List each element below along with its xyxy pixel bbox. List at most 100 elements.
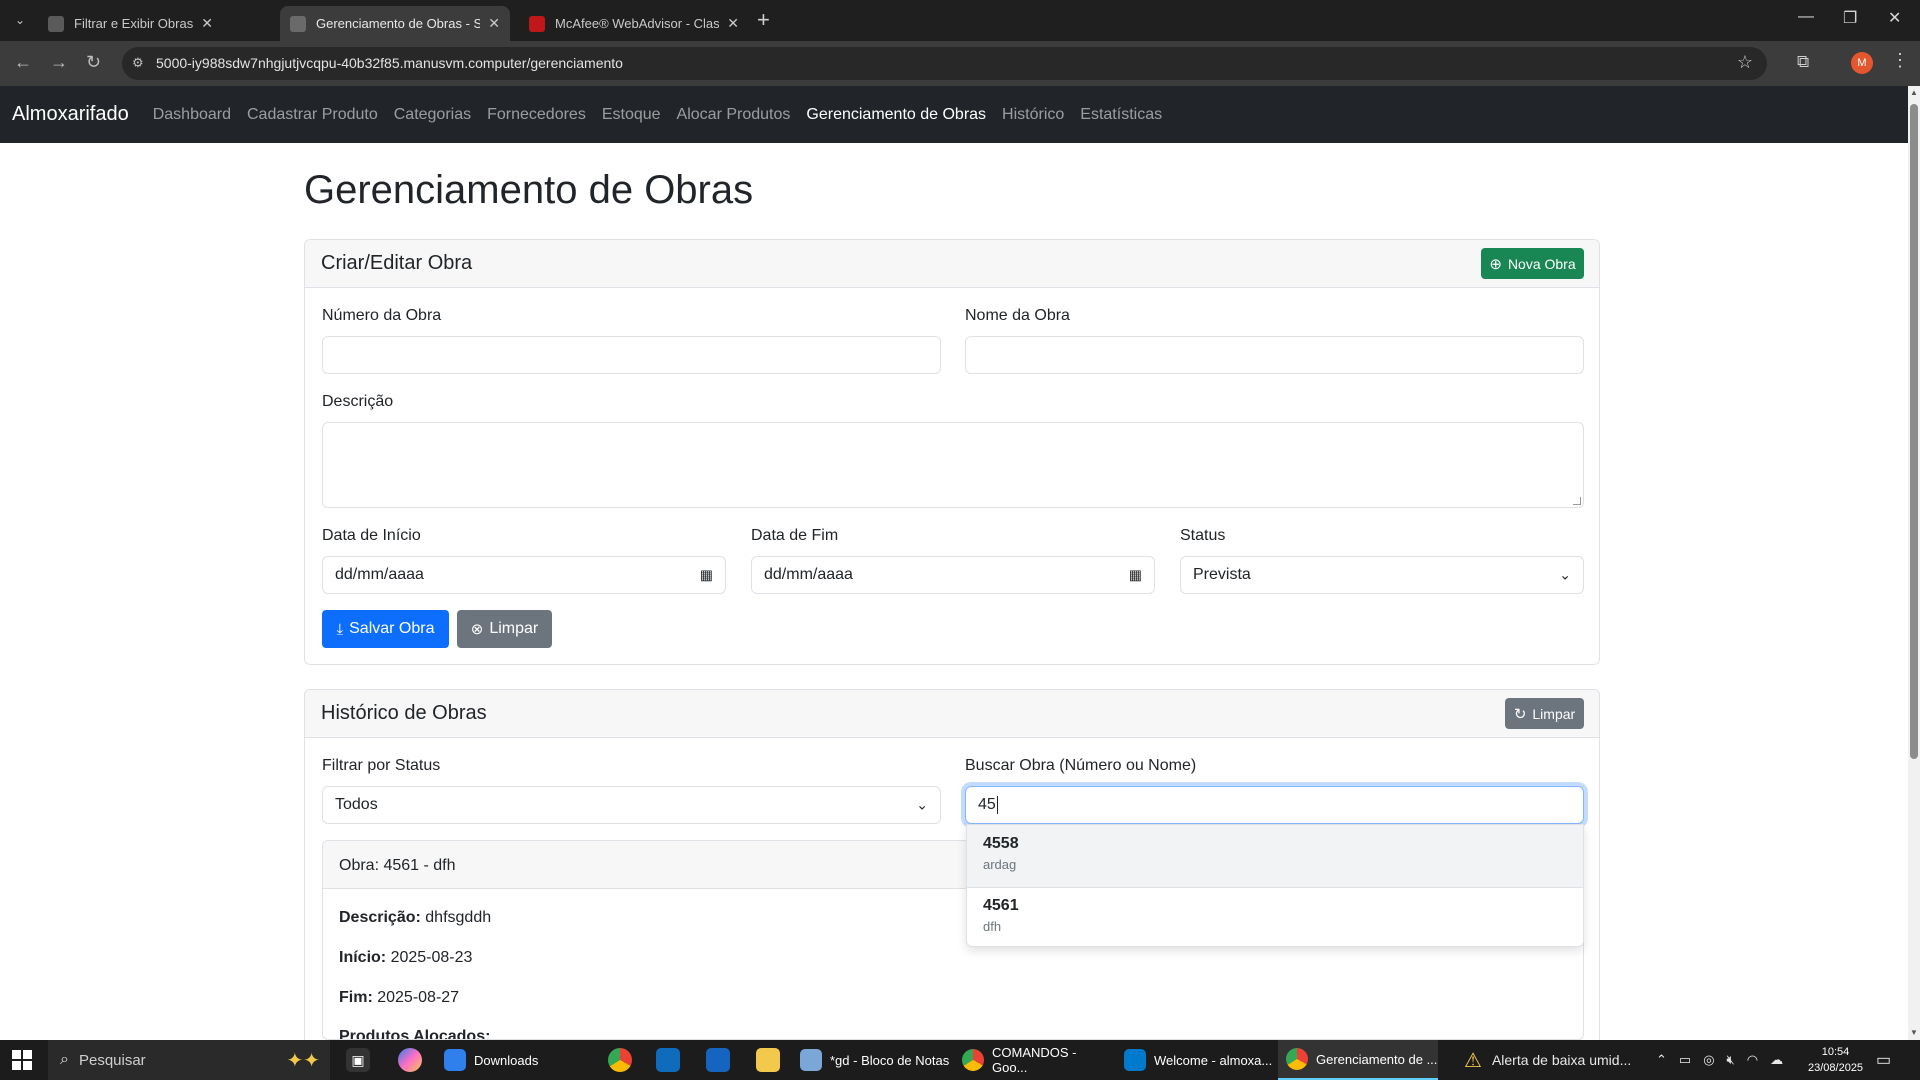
chevron-up-icon[interactable]: ⌃ [1656, 1052, 1667, 1068]
new-tab-plus-icon[interactable]: + [757, 8, 770, 32]
taskbar-clock[interactable]: 10:54 23/08/2025 [1808, 1044, 1863, 1076]
scrollbar-thumb[interactable] [1910, 104, 1918, 759]
onedrive-cloud-icon[interactable]: ☁ [1770, 1052, 1783, 1068]
suggestion-numero: 4558 [983, 835, 1019, 852]
text-caret [996, 796, 998, 814]
task-view-icon[interactable]: ▣ [346, 1048, 370, 1072]
filtrar-status-select[interactable]: Todos ⌄ [322, 786, 941, 824]
taskbar-search-box[interactable]: ⌕ Pesquisar ✦✦ [48, 1040, 330, 1080]
minimize-icon[interactable]: — [1798, 8, 1814, 26]
card-header: Criar/Editar Obra [305, 240, 1599, 288]
obra-fim-value: 2025-08-27 [377, 989, 460, 1006]
url-omnibox[interactable]: ⚙ 5000-iy988sdw7nhgjutjvcqpu-40b32f85.ma… [122, 47, 1767, 80]
obra-descricao: Descrição: dhfsgddh [339, 909, 491, 927]
forward-arrow-icon[interactable]: → [50, 52, 68, 73]
obra-header-title: Obra: 4561 - dfh [339, 857, 456, 874]
taskbar-vscode[interactable]: Welcome - almoxa... [1124, 1040, 1274, 1080]
filtrar-status-value: Todos [335, 796, 378, 813]
taskbar-notepad[interactable]: *gd - Bloco de Notas [800, 1040, 950, 1080]
nav-link-cadastrar-produto[interactable]: Cadastrar Produto [247, 106, 378, 124]
page-scrollbar[interactable] [1908, 86, 1920, 1040]
save-download-icon: ⤓ [336, 620, 344, 638]
browser-tab-mcafee[interactable]: McAfee® WebAdvisor - Classifi ✕ [519, 6, 749, 41]
limpar-form-button[interactable]: ⊗ Limpar [457, 610, 552, 648]
nav-link-estoque[interactable]: Estoque [602, 106, 661, 124]
nova-obra-button[interactable]: ⊕ Nova Obra [1481, 248, 1584, 279]
profile-avatar[interactable]: M [1851, 52, 1873, 74]
suggestion-item[interactable]: 4561 dfh [967, 887, 1583, 949]
chevron-down-icon: ⌄ [916, 796, 928, 813]
nav-link-estatisticas[interactable]: Estatísticas [1080, 106, 1162, 124]
obra-fim: Fim: 2025-08-27 [339, 989, 459, 1007]
chrome-icon [962, 1049, 984, 1071]
obra-inicio: Início: 2025-08-23 [339, 949, 472, 967]
scroll-down-arrow-icon[interactable]: ▼ [1910, 1028, 1918, 1037]
chrome-tray-icon[interactable]: ◎ [1703, 1052, 1714, 1068]
url-text[interactable]: 5000-iy988sdw7nhgjutjvcqpu-40b32f85.manu… [156, 55, 623, 71]
browser-tab-gerenciamento[interactable]: Gerenciamento de Obras - Siste ✕ [280, 6, 510, 41]
taskbar-downloads[interactable]: Downloads [444, 1040, 594, 1080]
calendar-icon[interactable]: ▦ [700, 567, 713, 584]
buscar-obra-input[interactable]: 45 [965, 786, 1584, 824]
obra-produtos: Produtos Alocados: [339, 1028, 490, 1039]
salvar-obra-button[interactable]: ⤓ Salvar Obra [322, 610, 449, 648]
resize-grip-icon[interactable] [1573, 497, 1581, 505]
browser-tab-filtrar[interactable]: Filtrar e Exibir Obras por Status ✕ [38, 6, 223, 41]
calendar-icon[interactable]: ▦ [1129, 567, 1142, 584]
reload-icon[interactable]: ↻ [86, 52, 101, 73]
browser-menu-kebab-icon[interactable]: ⋮ [1891, 50, 1909, 71]
volume-muted-icon[interactable]: 🔇︎ [1727, 1052, 1735, 1068]
windows-taskbar: ⌕ Pesquisar ✦✦ ▣ Downloads *gd - Bloco d… [0, 1040, 1920, 1080]
chrome-icon[interactable] [608, 1048, 632, 1072]
network-icon[interactable]: ◠ [1747, 1052, 1758, 1068]
chevron-down-icon: ⌄ [1559, 566, 1571, 583]
bookmark-star-icon[interactable]: ☆ [1737, 52, 1753, 73]
windows-start-icon[interactable] [12, 1050, 32, 1070]
browser-address-bar: ← → ↻ ⚙ 5000-iy988sdw7nhgjutjvcqpu-40b32… [0, 41, 1920, 86]
nav-link-historico[interactable]: Histórico [1002, 106, 1064, 124]
close-tab-icon[interactable]: ✕ [727, 15, 739, 32]
copilot-icon[interactable] [398, 1048, 422, 1072]
nav-link-alocar-produtos[interactable]: Alocar Produtos [677, 106, 791, 124]
salvar-obra-label: Salvar Obra [349, 620, 435, 637]
outlook-icon[interactable] [656, 1048, 680, 1072]
scroll-up-arrow-icon[interactable]: ▲ [1910, 88, 1918, 97]
app-navbar: Almoxarifado Dashboard Cadastrar Produto… [0, 86, 1908, 143]
tab-favicon-icon [48, 15, 64, 32]
data-fim-label: Data de Fim [751, 527, 839, 544]
navbar-brand[interactable]: Almoxarifado [12, 103, 129, 126]
descricao-textarea[interactable] [322, 422, 1584, 508]
sticky-notes-icon[interactable] [756, 1048, 780, 1072]
warning-icon: ⚠ [1464, 1049, 1482, 1072]
suggestion-item[interactable]: 4558 ardag [967, 825, 1583, 887]
taskbar-chrome-gerenciamento[interactable]: Gerenciamento de ... [1278, 1040, 1438, 1080]
tab-title: Gerenciamento de Obras - Siste [316, 16, 481, 31]
nav-link-categorias[interactable]: Categorias [394, 106, 471, 124]
weather-alert-text: Alerta de baixa umid... [1491, 1052, 1632, 1068]
nav-link-gerenciamento-obras[interactable]: Gerenciamento de Obras [806, 106, 986, 124]
meet-icon[interactable]: ▭ [1679, 1052, 1691, 1068]
taskbar-chrome-comandos[interactable]: COMANDOS - Goo... [962, 1040, 1112, 1080]
notifications-icon[interactable]: ▭ [1876, 1040, 1891, 1080]
weather-alert[interactable]: ⚠ Alerta de baixa umid... [1464, 1040, 1631, 1080]
close-tab-icon[interactable]: ✕ [201, 15, 213, 32]
data-fim-input[interactable]: dd/mm/aaaa ▦ [751, 556, 1155, 594]
nome-obra-input[interactable] [965, 336, 1584, 374]
data-inicio-input[interactable]: dd/mm/aaaa ▦ [322, 556, 726, 594]
close-window-icon[interactable]: ✕ [1888, 8, 1901, 28]
app-window-icon[interactable] [706, 1048, 730, 1072]
limpar-historico-button[interactable]: ↻ Limpar [1505, 698, 1584, 729]
close-tab-icon[interactable]: ✕ [488, 15, 500, 32]
obra-inicio-value: 2025-08-23 [390, 949, 473, 966]
restore-icon[interactable]: ❐ [1843, 8, 1857, 28]
tab-search-chevron-icon[interactable]: ⌄ [8, 9, 32, 31]
site-info-icon[interactable]: ⚙ [132, 55, 144, 71]
status-select[interactable]: Prevista ⌄ [1180, 556, 1584, 594]
nav-link-dashboard[interactable]: Dashboard [153, 106, 231, 124]
extensions-puzzle-icon[interactable]: ⧉ [1797, 52, 1809, 72]
nav-link-fornecedores[interactable]: Fornecedores [487, 106, 586, 124]
suggestion-nome: ardag [983, 857, 1017, 872]
back-arrow-icon[interactable]: ← [14, 52, 32, 73]
numero-obra-input[interactable] [322, 336, 941, 374]
obra-inicio-label: Início: [339, 949, 387, 966]
